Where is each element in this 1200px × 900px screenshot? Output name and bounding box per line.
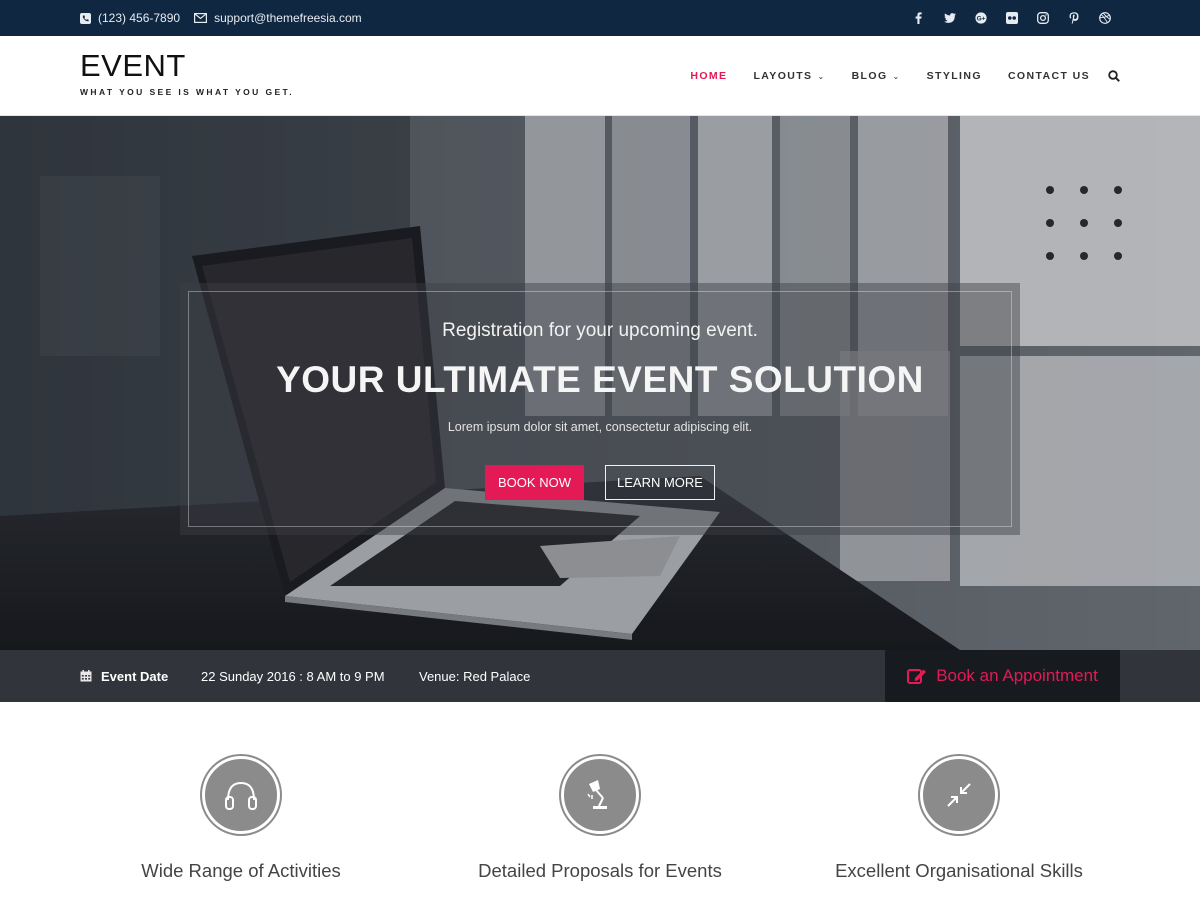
email-address: support@themefreesia.com [214,11,362,25]
contact-info: (123) 456-7890 support@themefreesia.com [80,0,376,36]
book-now-button[interactable]: BOOK NOW [485,465,584,500]
email-item[interactable]: support@themefreesia.com [194,11,362,25]
hero-subtitle: Registration for your upcoming event. [442,320,758,341]
feature-icon-circle[interactable] [920,756,998,834]
desk-lamp-icon [587,780,607,809]
phone-item[interactable]: (123) 456-7890 [80,11,180,25]
feature-item: Wide Range of Activities [71,756,411,882]
feature-title: Wide Range of Activities [141,860,341,881]
hero-slider: Registration for your upcoming event. YO… [0,116,1200,702]
nav-styling[interactable]: STYLING [927,70,982,82]
nav-styling-label: STYLING [926,70,982,82]
chevron-down-icon: ⌄ [817,71,826,81]
phone-icon [80,12,91,24]
feature-icon-circle[interactable] [202,756,280,834]
nav-blog-label: BLOG [851,70,888,82]
event-venue: Venue: Red Palace [419,668,531,684]
feature-item: Excellent Organisational Skills [789,756,1129,882]
compress-arrows-icon [947,783,971,807]
feature-title: Excellent Organisational Skills [835,860,1083,881]
feature-title: Detailed Proposals for Events [478,860,722,881]
book-appointment-label: Book an Appointment [936,666,1098,685]
headphones-icon [225,781,257,810]
flickr-icon[interactable] [996,0,1027,36]
site-tagline: WHAT YOU SEE IS WHAT YOU GET. [80,87,294,97]
event-date-label-group: Event Date [80,650,168,702]
twitter-icon[interactable] [934,0,965,36]
learn-more-button[interactable]: LEARN MORE [605,465,715,500]
nav-blog[interactable]: BLOG ⌄ [852,70,901,82]
facebook-icon[interactable] [903,0,934,36]
nav-layouts[interactable]: LAYOUTS ⌄ [753,70,825,82]
pinterest-icon[interactable] [1058,0,1089,36]
nav-home-label: HOME [690,70,728,82]
dribbble-icon[interactable] [1089,0,1120,36]
book-appointment-button[interactable]: Book an Appointment [885,650,1120,702]
envelope-icon [194,13,208,23]
nav-layouts-label: LAYOUTS [753,70,813,82]
site-logo[interactable]: EVENT [80,48,186,84]
chevron-down-icon: ⌄ [892,71,901,81]
hero-text: Lorem ipsum dolor sit amet, consectetur … [447,420,753,434]
top-bar: (123) 456-7890 support@themefreesia.com … [0,0,1200,36]
edit-icon [907,669,927,684]
social-links: G+ [903,0,1120,36]
feature-icon-circle[interactable] [561,756,639,834]
calendar-icon [80,670,92,682]
search-icon[interactable] [1108,70,1120,82]
site-header: EVENT WHAT YOU SEE IS WHAT YOU GET. HOME… [0,36,1200,116]
google-plus-icon[interactable]: G+ [965,0,996,36]
nav-contact-label: CONTACT US [1007,70,1090,82]
event-date-label: Event Date [101,668,169,684]
instagram-icon[interactable] [1027,0,1058,36]
phone-number: (123) 456-7890 [98,11,181,25]
hero-title: YOUR ULTIMATE EVENT SOLUTION [276,359,924,400]
main-navigation: HOME LAYOUTS ⌄ BLOG ⌄ STYLING CONTACT US [664,36,1120,116]
nav-home[interactable]: HOME [690,70,727,82]
svg-text:G+: G+ [976,15,985,22]
event-date-value: 22 Sunday 2016 : 8 AM to 9 PM [201,668,385,684]
feature-item: Detailed Proposals for Events [430,756,770,882]
nav-contact-us[interactable]: CONTACT US [1008,70,1090,82]
